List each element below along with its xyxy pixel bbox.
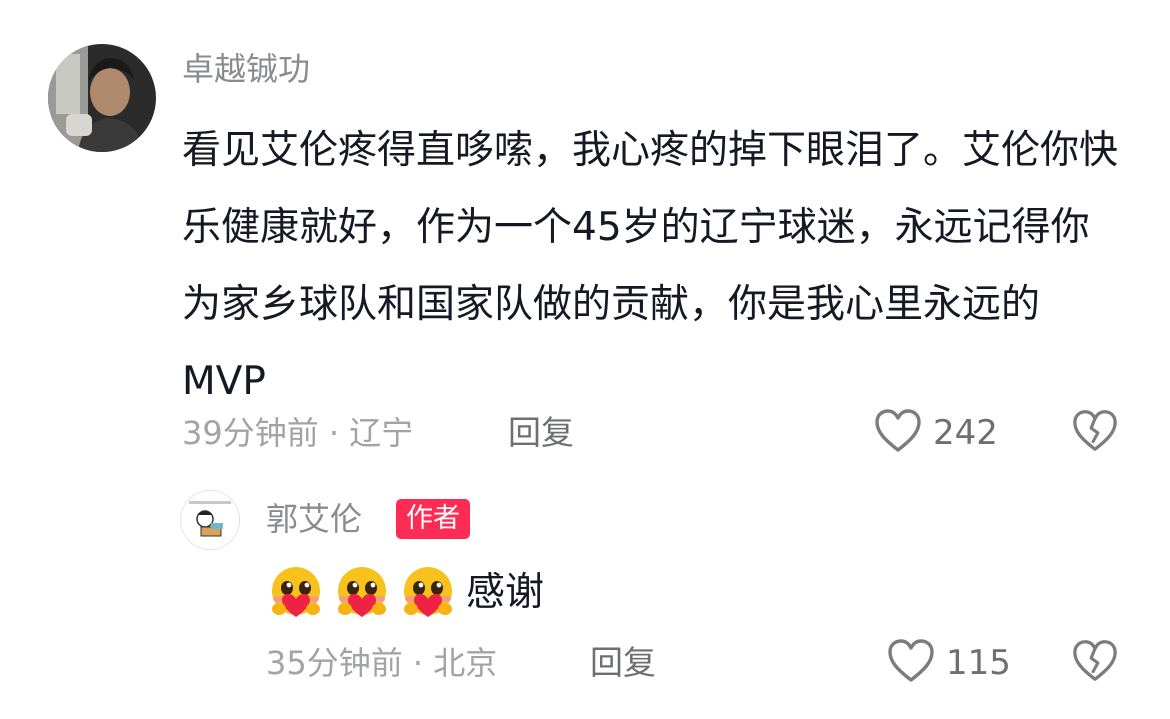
commenter-avatar[interactable] <box>48 44 156 152</box>
reply-text: 感谢 <box>466 570 545 615</box>
author-username[interactable]: 郭艾伦 <box>266 499 362 539</box>
reply-reply-button[interactable]: 回复 <box>590 643 656 683</box>
broken-heart-icon <box>1071 640 1119 688</box>
reply-like-count: 115 <box>946 643 1011 683</box>
commenter-username[interactable]: 卓越铖功 <box>182 49 310 89</box>
dislike-button[interactable] <box>1071 408 1119 458</box>
reply-meta: 35分钟前 · 北京 <box>266 644 498 682</box>
reply-button[interactable]: 回复 <box>508 413 574 453</box>
heart-hug-emoji <box>332 565 392 621</box>
comment-meta: 39分钟前 · 辽宁 <box>182 414 414 452</box>
heart-hug-emoji <box>398 565 458 621</box>
reply-like-button[interactable]: 115 <box>886 638 1011 688</box>
heart-outline-icon <box>873 408 923 458</box>
reply-dislike-button[interactable] <box>1071 638 1119 688</box>
heart-outline-icon <box>886 638 936 688</box>
like-count: 242 <box>933 413 998 453</box>
author-avatar[interactable] <box>180 490 240 550</box>
heart-hug-emoji <box>266 565 326 621</box>
reply-content: 感谢 <box>266 565 544 621</box>
like-button[interactable]: 242 <box>873 408 998 458</box>
broken-heart-icon <box>1071 410 1119 458</box>
comment-text: 看见艾伦疼得直哆嗦，我心疼的掉下眼泪了。艾伦你快乐健康就好，作为一个45岁的辽宁… <box>182 128 1119 404</box>
author-badge: 作者 <box>396 499 470 539</box>
